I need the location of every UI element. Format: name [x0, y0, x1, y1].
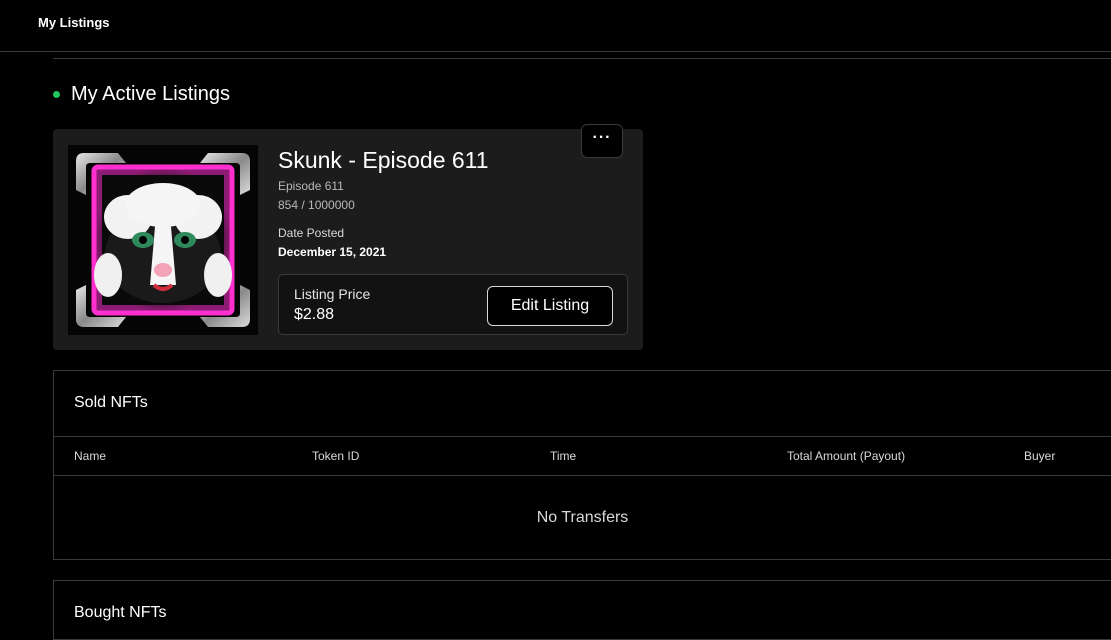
column-header-buyer: Buyer [1024, 449, 1056, 463]
divider [53, 58, 1111, 59]
nft-thumbnail[interactable] [68, 145, 258, 335]
edit-listing-button[interactable]: Edit Listing [487, 286, 613, 326]
column-header-total-amount: Total Amount (Payout) [787, 449, 906, 463]
bought-nfts-panel: Bought NFTs [53, 580, 1111, 640]
section-title: My Active Listings [71, 82, 230, 105]
bought-nfts-title: Bought NFTs [74, 604, 167, 621]
column-header-token-id: Token ID [312, 449, 360, 463]
more-options-button[interactable]: ··· [581, 124, 623, 158]
nft-episode: Episode 611 [278, 179, 344, 193]
sold-nfts-table-header: Name Token ID Time Total Amount (Payout)… [54, 436, 1111, 476]
listing-price-label: Listing Price [294, 286, 371, 302]
active-listings-heading: My Active Listings [53, 82, 230, 106]
nft-name[interactable]: Skunk - Episode 611 [278, 145, 489, 175]
column-header-time: Time [550, 449, 577, 463]
sold-nfts-empty-message: No Transfers [536, 509, 629, 526]
date-posted-label: Date Posted [278, 226, 345, 240]
listing-card: Skunk - Episode 611 Episode 611 854 / 10… [53, 129, 643, 350]
sold-nfts-title: Sold NFTs [74, 394, 148, 411]
nft-supply: 854 / 1000000 [278, 198, 355, 212]
page-title: My Listings [38, 15, 110, 30]
listing-info: Skunk - Episode 611 Episode 611 854 / 10… [278, 145, 489, 259]
price-box: Listing Price $2.88 Edit Listing [278, 274, 628, 335]
top-bar: My Listings [0, 0, 1111, 52]
listing-price-value: $2.88 [294, 306, 335, 323]
status-dot-icon [53, 90, 60, 98]
date-posted-value: December 15, 2021 [278, 245, 387, 259]
sold-nfts-panel: Sold NFTs Name Token ID Time Total Amoun… [53, 370, 1111, 560]
column-header-name: Name [74, 449, 107, 463]
